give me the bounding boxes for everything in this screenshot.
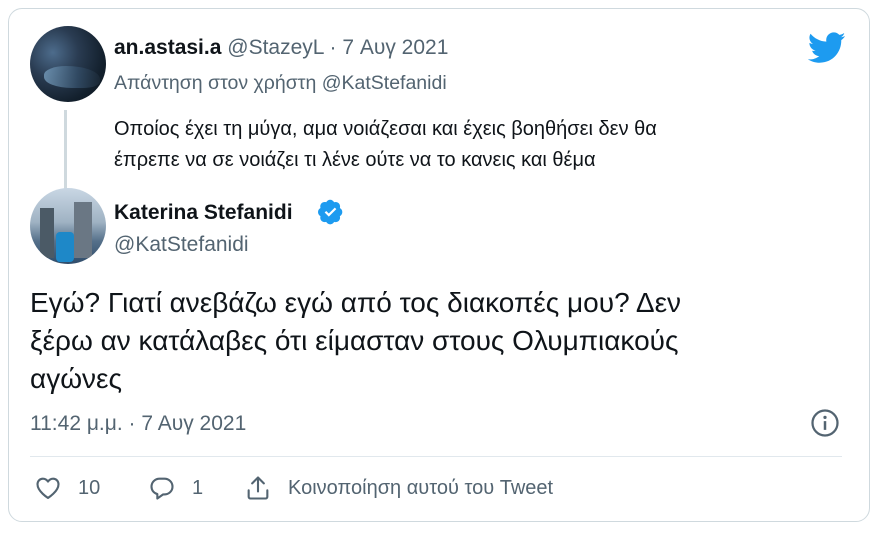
- tweet-text-line: Εγώ? Γιατί ανεβάζω εγώ από τος διακοπές …: [30, 287, 682, 318]
- tweet-text: Εγώ? Γιατί ανεβάζω εγώ από τος διακοπές …: [30, 284, 830, 398]
- heart-icon: [36, 477, 60, 499]
- reply-text-line: Οποίος έχει τη μύγα, αμα νοιάζεσαι και έ…: [114, 118, 657, 140]
- tweet-timestamp[interactable]: 11:42 μ.μ. · 7 Αυγ 2021: [30, 412, 246, 436]
- replying-to-line: Απάντηση στον χρήστη @KatStefanidi: [114, 72, 447, 95]
- reply-author-avatar[interactable]: [30, 26, 106, 102]
- reply-header: an.astasi.a @StazeyL · 7 Αυγ 2021: [114, 36, 448, 60]
- reply-date[interactable]: 7 Αυγ 2021: [342, 36, 448, 59]
- info-icon[interactable]: [810, 408, 840, 438]
- tweet-author-name[interactable]: Katerina Stefanidi: [114, 201, 293, 225]
- replying-to-mention[interactable]: @KatStefanidi: [322, 72, 447, 94]
- share-label: Κοινοποίηση αυτού του Tweet: [288, 476, 554, 499]
- verified-badge-icon: [318, 199, 343, 225]
- share-button[interactable]: Κοινοποίηση αυτού του Tweet: [244, 472, 553, 504]
- reply-text: Οποίος έχει τη μύγα, αμα νοιάζεσαι και έ…: [114, 114, 814, 176]
- tweet-author-avatar[interactable]: [30, 188, 106, 264]
- reply-author-name[interactable]: an.astasi.a: [114, 36, 221, 59]
- thread-connector-line: [64, 110, 67, 196]
- twitter-bird-icon[interactable]: [808, 32, 846, 64]
- like-button[interactable]: 10: [34, 472, 100, 504]
- reply-bubble-icon: [150, 477, 174, 500]
- reply-button[interactable]: 1: [148, 472, 203, 504]
- reply-text-line: έπρεπε να σε νοιάζει τι λένε ούτε να το …: [114, 149, 596, 171]
- tweet-text-line: ξέρω αν κατάλαβες ότι είμασταν στους Ολυ…: [30, 325, 679, 356]
- replying-prefix: Απάντηση στον χρήστη: [114, 72, 322, 94]
- like-count: 10: [78, 476, 101, 499]
- reply-separator: ·: [323, 36, 343, 59]
- tweet-author-handle[interactable]: @KatStefanidi: [114, 233, 249, 257]
- share-icon: [247, 476, 269, 500]
- tweet-text-line: αγώνες: [30, 363, 123, 394]
- action-divider: [30, 456, 842, 457]
- reply-count: 1: [192, 476, 204, 499]
- reply-author-handle[interactable]: @StazeyL: [227, 36, 323, 59]
